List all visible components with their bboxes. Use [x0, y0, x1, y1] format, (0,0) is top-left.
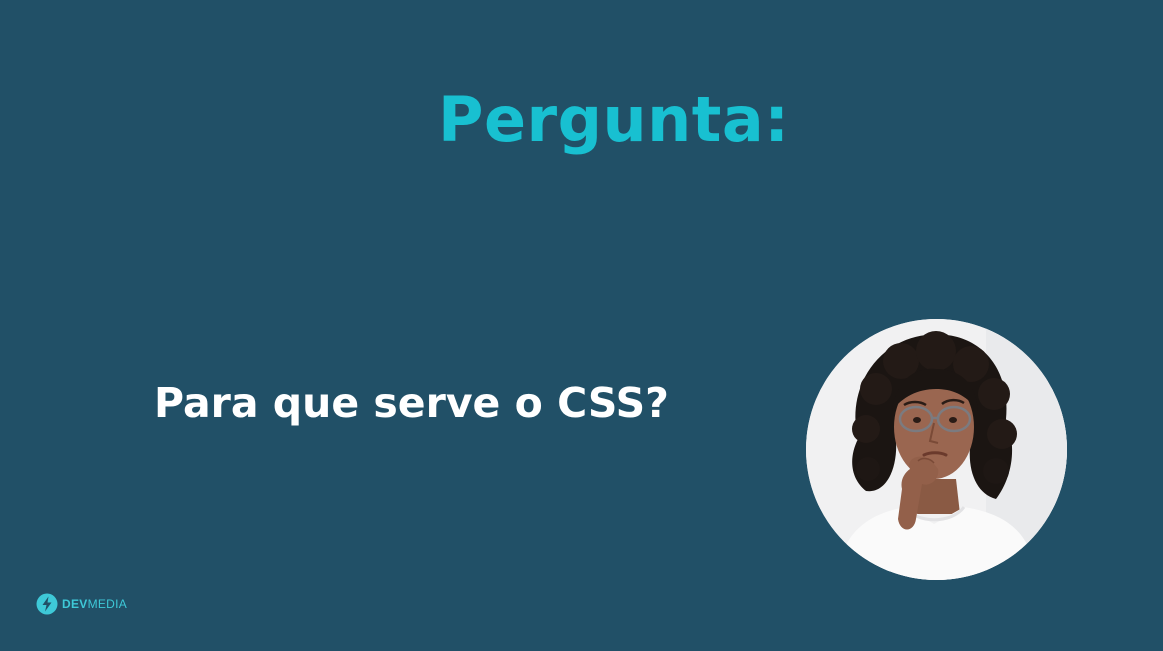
slide-title: Pergunta:: [438, 83, 790, 156]
brand-name-light: MEDIA: [87, 597, 128, 611]
brand-name: DEVMEDIA: [62, 593, 127, 615]
lightning-bolt-icon: [36, 593, 58, 615]
question-text: Para que serve o CSS?: [154, 379, 669, 427]
slide: Pergunta: Para que serve o CSS? DEVMEDIA: [0, 0, 1163, 651]
pensive-woman-photo: [806, 319, 1067, 580]
brand-name-bold: DEV: [62, 597, 88, 611]
devmedia-logo: DEVMEDIA: [36, 593, 127, 615]
portrait-illustration: [806, 319, 1067, 580]
